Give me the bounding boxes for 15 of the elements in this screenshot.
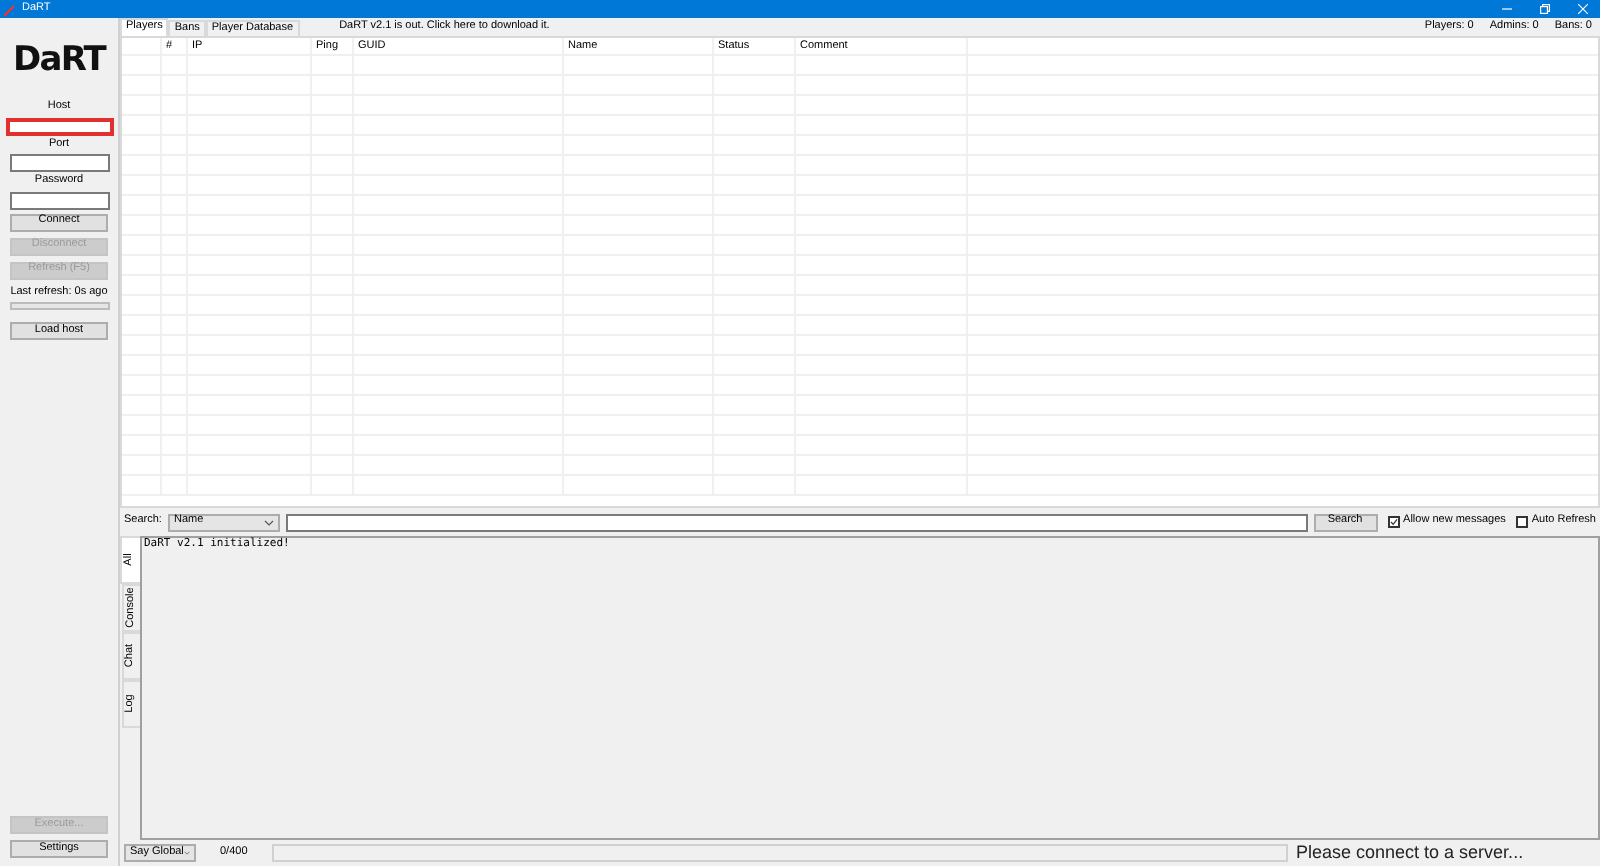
dart-icon: [4, 3, 16, 15]
dart-logo: DaRT: [12, 44, 106, 78]
checkbox[interactable]: [1515, 516, 1528, 528]
message-field[interactable]: [271, 844, 1288, 862]
close-icon[interactable]: [1578, 4, 1588, 14]
text-field[interactable]: [5, 117, 113, 135]
chevron-down-icon: [263, 519, 274, 525]
text-field[interactable]: [9, 191, 109, 209]
search-field[interactable]: [285, 513, 1308, 531]
text-field[interactable]: [9, 154, 109, 172]
checkbox[interactable]: [1387, 516, 1400, 528]
restore-icon[interactable]: [1540, 4, 1550, 14]
status-text: Please connect to a server...: [1296, 844, 1526, 862]
chevron-down-icon: [183, 850, 190, 856]
minimize-icon[interactable]: [1502, 4, 1512, 14]
